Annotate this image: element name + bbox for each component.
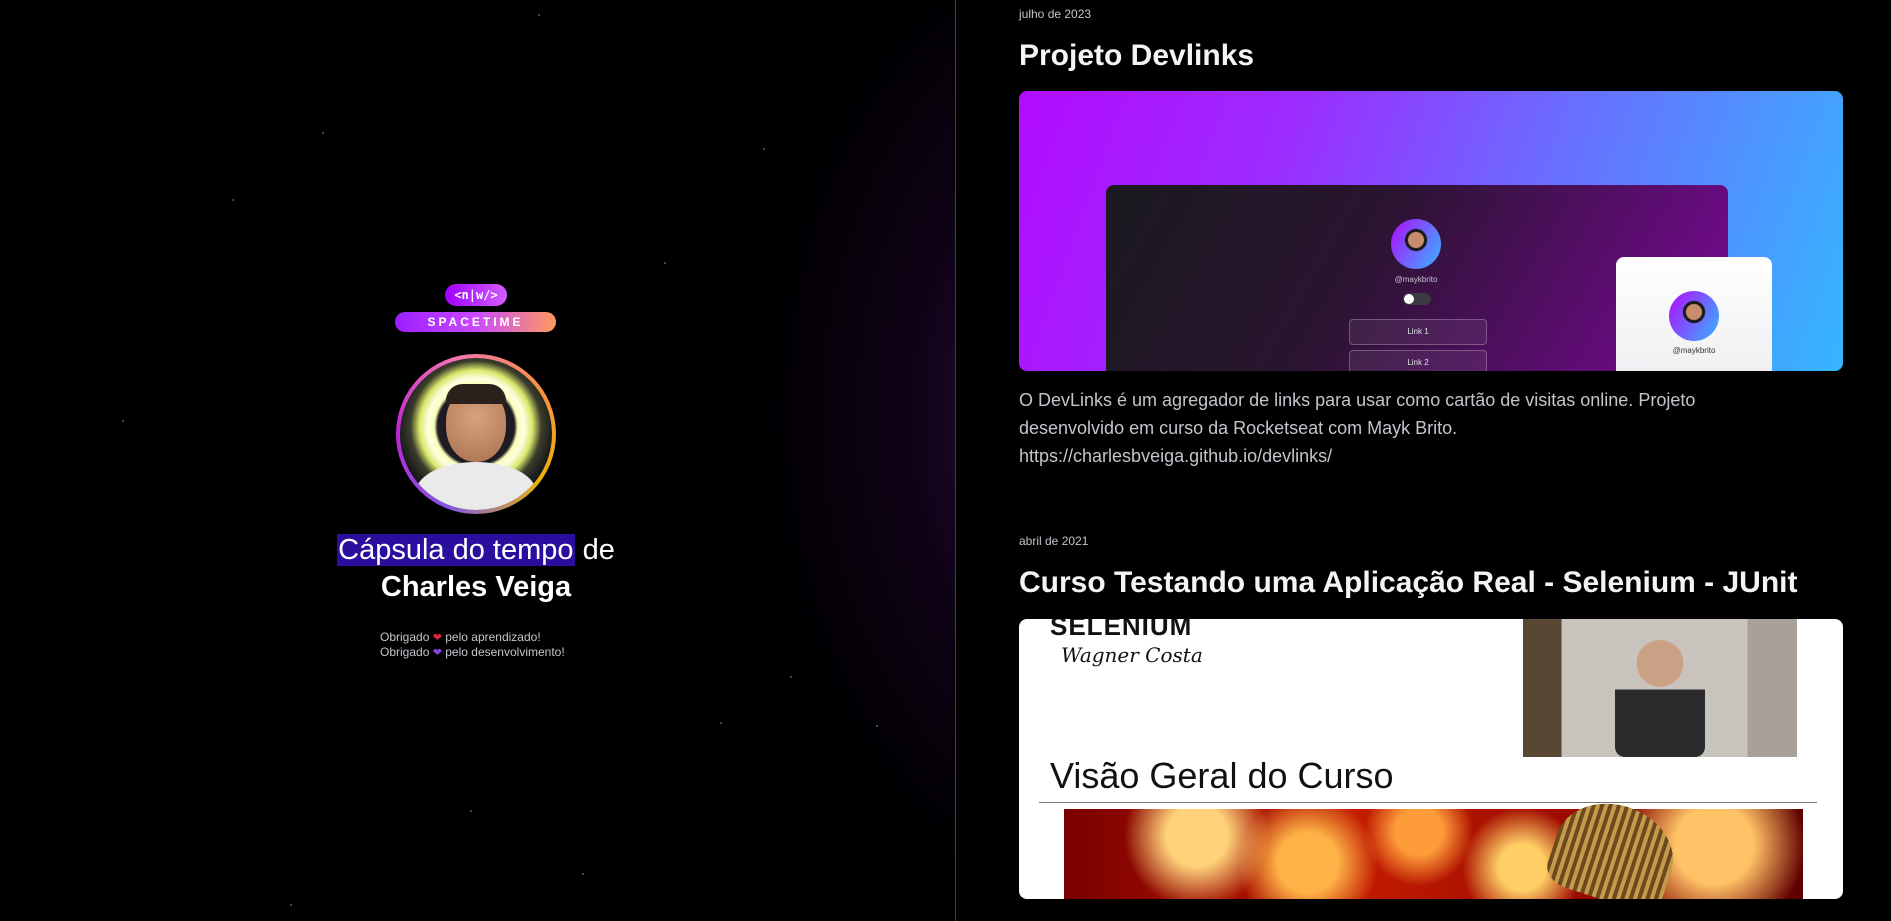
slide-divider <box>1039 802 1817 803</box>
microphone-photo <box>1064 788 1803 899</box>
mock-toggle <box>1403 293 1431 305</box>
devlinks-mobile-preview: @maykbrito <box>1616 257 1772 371</box>
profile-avatar <box>396 354 556 514</box>
memory-title: Curso Testando uma Aplicação Real - Sele… <box>1019 566 1798 599</box>
profile-name: Charles Veiga <box>380 571 572 603</box>
title-rest: de <box>574 534 615 566</box>
thanks-note: Obrigado ❤ pelo aprendizado! Obrigado ❤ … <box>380 630 565 660</box>
slide-heading: Visão Geral do Curso <box>1050 755 1394 796</box>
spacetime-logo: <n|w/> SPACETIME <box>395 284 556 334</box>
memory-link[interactable]: https://charlesbveiga.github.io/devlinks… <box>1019 442 1779 470</box>
logo-badge: <n|w/> <box>445 284 507 306</box>
mock-link: Link 2 <box>1349 350 1487 371</box>
memory-title: Projeto Devlinks <box>1019 39 1255 72</box>
logo-wordmark: SPACETIME <box>395 312 556 332</box>
memory-description: O DevLinks é um agregador de links para … <box>1019 386 1779 470</box>
memory-date: julho de 2023 <box>1019 7 1092 21</box>
red-heart-icon: ❤ <box>432 632 442 644</box>
title-highlight: Cápsula do tempo <box>337 534 575 566</box>
left-panel: <n|w/> SPACETIME Cápsula do tempo de Cha… <box>0 0 955 921</box>
slide-author: Wagner Costa <box>1061 643 1203 667</box>
mock-avatar <box>1391 219 1441 269</box>
mock-link: Link 1 <box>1349 319 1487 345</box>
mock-handle: @maykbrito <box>1394 275 1438 284</box>
page-title: Cápsula do tempo de Charles Veiga <box>300 532 652 606</box>
thanks-line-2: Obrigado ❤ pelo desenvolvimento! <box>380 645 565 659</box>
mock-avatar <box>1669 291 1719 341</box>
memory-image: @maykbrito Link 1 Link 2 @maykbrito <box>1019 91 1843 371</box>
memory-image: SELENIUM Wagner Costa Visão Geral do Cur… <box>1019 619 1843 899</box>
thanks-line-1: Obrigado ❤ pelo aprendizado! <box>380 630 541 644</box>
memories-feed[interactable]: julho de 2023 Projeto Devlinks @maykbrit… <box>956 0 1891 921</box>
webcam-photo <box>1523 619 1797 757</box>
mock-handle: @maykbrito <box>1672 346 1716 355</box>
memory-date: abril de 2021 <box>1019 534 1089 548</box>
microphone-icon <box>1542 788 1686 899</box>
purple-heart-icon: ❤ <box>432 647 442 659</box>
slide-top-text: SELENIUM <box>1050 619 1193 641</box>
